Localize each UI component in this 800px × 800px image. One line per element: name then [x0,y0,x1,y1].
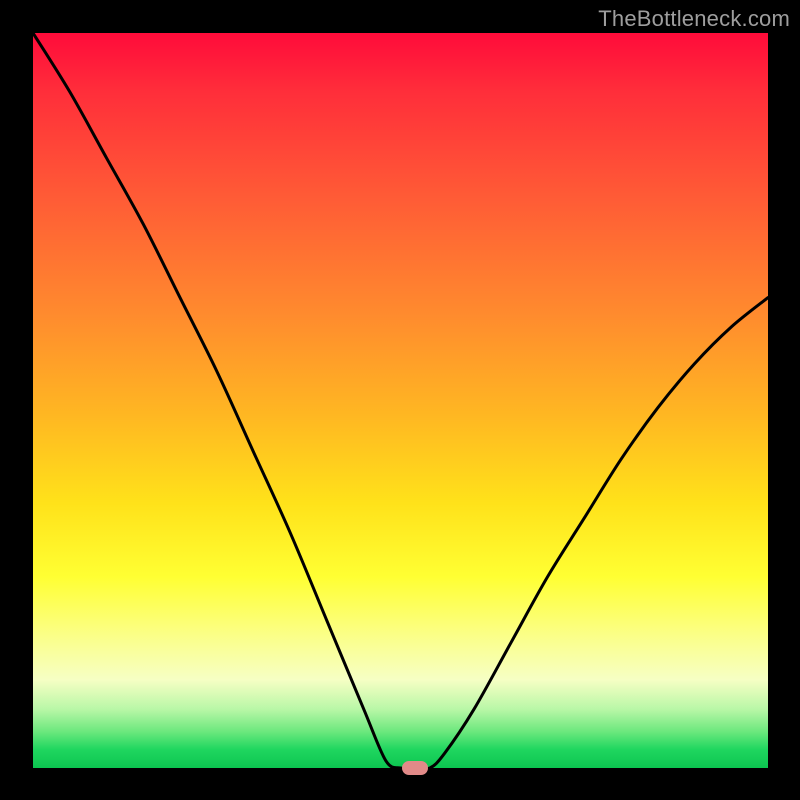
curve-svg [33,33,768,768]
bottleneck-curve [33,33,768,768]
plot-area [33,33,768,768]
optimal-point-marker [402,761,428,775]
watermark-text: TheBottleneck.com [598,6,790,32]
chart-frame: TheBottleneck.com [0,0,800,800]
